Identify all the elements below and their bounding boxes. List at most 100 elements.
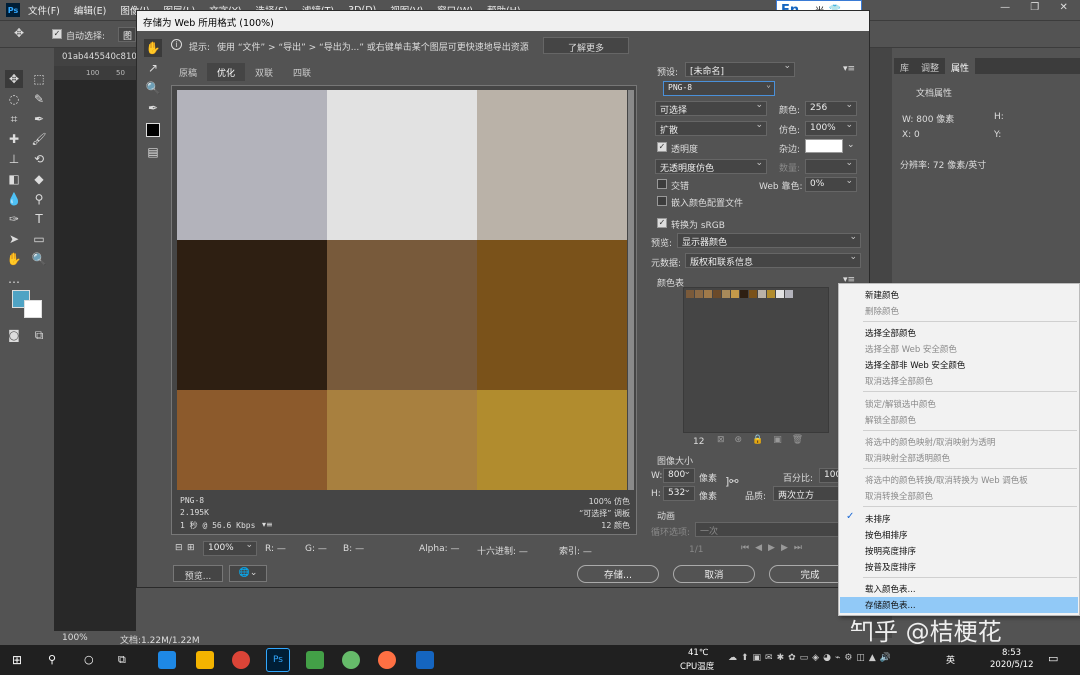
download-speed-menu-icon[interactable]: ▾≡ xyxy=(262,520,273,529)
quick-mask-icon[interactable]: ◙ xyxy=(5,326,23,344)
menu-item-select-all[interactable]: 选择全部颜色 xyxy=(865,327,916,339)
menu-item-save-color-table[interactable]: 存储颜色表... xyxy=(865,599,916,611)
zoom-icon[interactable]: 🔍 xyxy=(144,79,162,97)
matte-swatch[interactable] xyxy=(805,139,843,153)
menu-item-sort-popularity[interactable]: 按普及度排序 xyxy=(865,561,916,573)
menu-item-lock-color[interactable]: 锁定/解锁选中颜色 xyxy=(865,398,936,410)
eyedropper-icon[interactable]: ✒ xyxy=(30,110,48,128)
toggle-slices-icon[interactable]: ▤ xyxy=(144,143,162,161)
height-field[interactable]: 532 xyxy=(663,485,695,501)
menu-item-new-color[interactable]: 新建颜色 xyxy=(865,289,899,301)
color-table-swatch[interactable] xyxy=(722,290,730,298)
interlaced-checkbox[interactable] xyxy=(657,179,667,189)
wps-icon[interactable] xyxy=(416,651,434,669)
preview-button[interactable]: 预览... xyxy=(173,565,223,582)
animation-controls[interactable]: ⏮◀▶▶⏭ xyxy=(741,543,808,553)
transparency-checkbox[interactable]: ✓ xyxy=(657,142,667,152)
more-tools-icon[interactable]: … xyxy=(5,270,23,288)
windows-start-icon[interactable]: ⊞ xyxy=(12,653,22,667)
convert-srgb-checkbox[interactable]: ✓ xyxy=(657,218,667,228)
hand-icon[interactable]: ✋ xyxy=(5,250,23,268)
cancel-button[interactable]: 取消 xyxy=(673,565,755,583)
matte-chevron-icon[interactable]: ⌄ xyxy=(847,140,855,150)
menu-item-sort-luminance[interactable]: 按明亮度排序 xyxy=(865,545,916,557)
firefox-icon[interactable] xyxy=(378,651,396,669)
auto-select-dropdown[interactable]: 图层 xyxy=(118,27,136,42)
width-field[interactable]: 800 xyxy=(663,467,695,483)
doc-tab[interactable]: 01ab445540c810 xyxy=(54,48,136,66)
menu-item-delete-color[interactable]: 删除颜色 xyxy=(865,305,899,317)
close-icon[interactable]: ✕ xyxy=(1059,2,1067,18)
reduction-dropdown[interactable]: 可选择 xyxy=(655,100,767,116)
web-snap-field[interactable]: 0% xyxy=(805,176,857,192)
amount-field[interactable] xyxy=(805,158,857,174)
menu-item-unmap-transparent[interactable]: 取消映射全部透明颜色 xyxy=(865,452,950,464)
save-button[interactable]: 存储... xyxy=(577,565,659,583)
menu-edit[interactable]: 编辑(E) xyxy=(74,3,106,17)
restore-icon[interactable]: ❐ xyxy=(1030,2,1039,18)
browser-select[interactable]: 🌐⌄ xyxy=(229,565,267,582)
color-table-swatch[interactable] xyxy=(749,290,757,298)
history-brush-icon[interactable]: ⟲ xyxy=(30,150,48,168)
preview-scrollbar[interactable] xyxy=(628,90,634,490)
metadata-dropdown[interactable]: 版权和联系信息 xyxy=(685,252,861,268)
healing-icon[interactable]: ✚ xyxy=(5,130,23,148)
tab-optimized[interactable]: 优化 xyxy=(207,63,246,81)
move-icon[interactable]: ✥ xyxy=(5,70,23,88)
bucket-icon[interactable]: ◆ xyxy=(30,170,48,188)
color-table-swatch[interactable] xyxy=(686,290,694,298)
path-select-icon[interactable]: ➤ xyxy=(5,230,23,248)
type-icon[interactable]: T xyxy=(30,210,48,228)
color-table-swatch[interactable] xyxy=(740,290,748,298)
tab-original[interactable]: 原稿 xyxy=(169,63,207,81)
quick-select-icon[interactable]: ✎ xyxy=(30,90,48,108)
tray-icons[interactable]: ☁⬆▣✉✱✿▭◈◕⌁⚙◫▲🔊 xyxy=(728,653,895,663)
hand-icon[interactable]: ✋ xyxy=(144,39,162,57)
media-player-icon[interactable] xyxy=(306,651,324,669)
task-view-icon[interactable]: ⧉ xyxy=(118,653,126,667)
zoom-dropdown[interactable]: 100% xyxy=(203,540,257,556)
color-table-actions[interactable]: ⊠⊛🔒▣🗑 xyxy=(717,435,813,445)
menu-item-unshift-all[interactable]: 取消转换全部颜色 xyxy=(865,490,933,502)
file-explorer-icon[interactable] xyxy=(196,651,214,669)
color-table-swatch[interactable] xyxy=(731,290,739,298)
color-table-swatch[interactable] xyxy=(704,290,712,298)
ime-lang-indicator[interactable]: 英 xyxy=(946,653,955,666)
crop-icon[interactable]: ⌗ xyxy=(5,110,23,128)
preview-image[interactable] xyxy=(177,90,627,490)
notification-icon[interactable]: ▭ xyxy=(1048,652,1058,665)
menu-file[interactable]: 文件(F) xyxy=(28,3,60,17)
menu-item-sort-hue[interactable]: 按色相排序 xyxy=(865,529,908,541)
screen-mode-icon[interactable]: ⧉ xyxy=(30,326,48,344)
preview-mode-dropdown[interactable]: 显示器颜色 xyxy=(677,232,861,248)
menu-item-load-color-table[interactable]: 载入颜色表... xyxy=(865,583,916,595)
embed-profile-checkbox[interactable] xyxy=(657,196,667,206)
tab-properties[interactable]: 属性 xyxy=(945,58,976,74)
cortana-icon[interactable]: ○ xyxy=(84,653,94,666)
zoom-in-icon[interactable]: ⊞ xyxy=(187,543,195,553)
auto-select-checkbox[interactable]: ✓ xyxy=(52,29,62,39)
menu-item-shift-web-palette[interactable]: 将选中的颜色转换/取消转换为 Web 调色板 xyxy=(865,474,1028,486)
ie-icon[interactable] xyxy=(158,651,176,669)
loop-dropdown[interactable]: 一次 xyxy=(695,521,861,537)
eyedropper-icon[interactable]: ✒ xyxy=(144,99,162,117)
blur-icon[interactable]: 💧 xyxy=(5,190,23,208)
eyedropper-color-swatch[interactable] xyxy=(146,123,160,137)
chrome-icon[interactable] xyxy=(232,651,250,669)
rectangle-icon[interactable]: ▭ xyxy=(30,230,48,248)
menu-item-select-non-web-safe[interactable]: 选择全部非 Web 安全颜色 xyxy=(865,359,965,371)
dither-field[interactable]: 100% xyxy=(805,120,857,136)
menu-item-deselect-all[interactable]: 取消选择全部颜色 xyxy=(865,375,933,387)
menu-item-unlock-all[interactable]: 解锁全部颜色 xyxy=(865,414,916,426)
lasso-icon[interactable]: ◌ xyxy=(5,90,23,108)
pen-icon[interactable]: ✑ xyxy=(5,210,23,228)
color-table-swatch[interactable] xyxy=(695,290,703,298)
app-icon[interactable] xyxy=(342,651,360,669)
color-table-swatch[interactable] xyxy=(767,290,775,298)
marquee-icon[interactable]: ⬚ xyxy=(30,70,48,88)
menu-item-map-transparent[interactable]: 将选中的颜色映射/取消映射为透明 xyxy=(865,436,995,448)
link-icon[interactable]: ]⚯ xyxy=(725,475,739,488)
brush-icon[interactable]: 🖌 xyxy=(30,130,48,148)
transparency-dither-dropdown[interactable]: 无透明度仿色 xyxy=(655,158,767,174)
slice-select-icon[interactable]: ↗ xyxy=(144,59,162,77)
